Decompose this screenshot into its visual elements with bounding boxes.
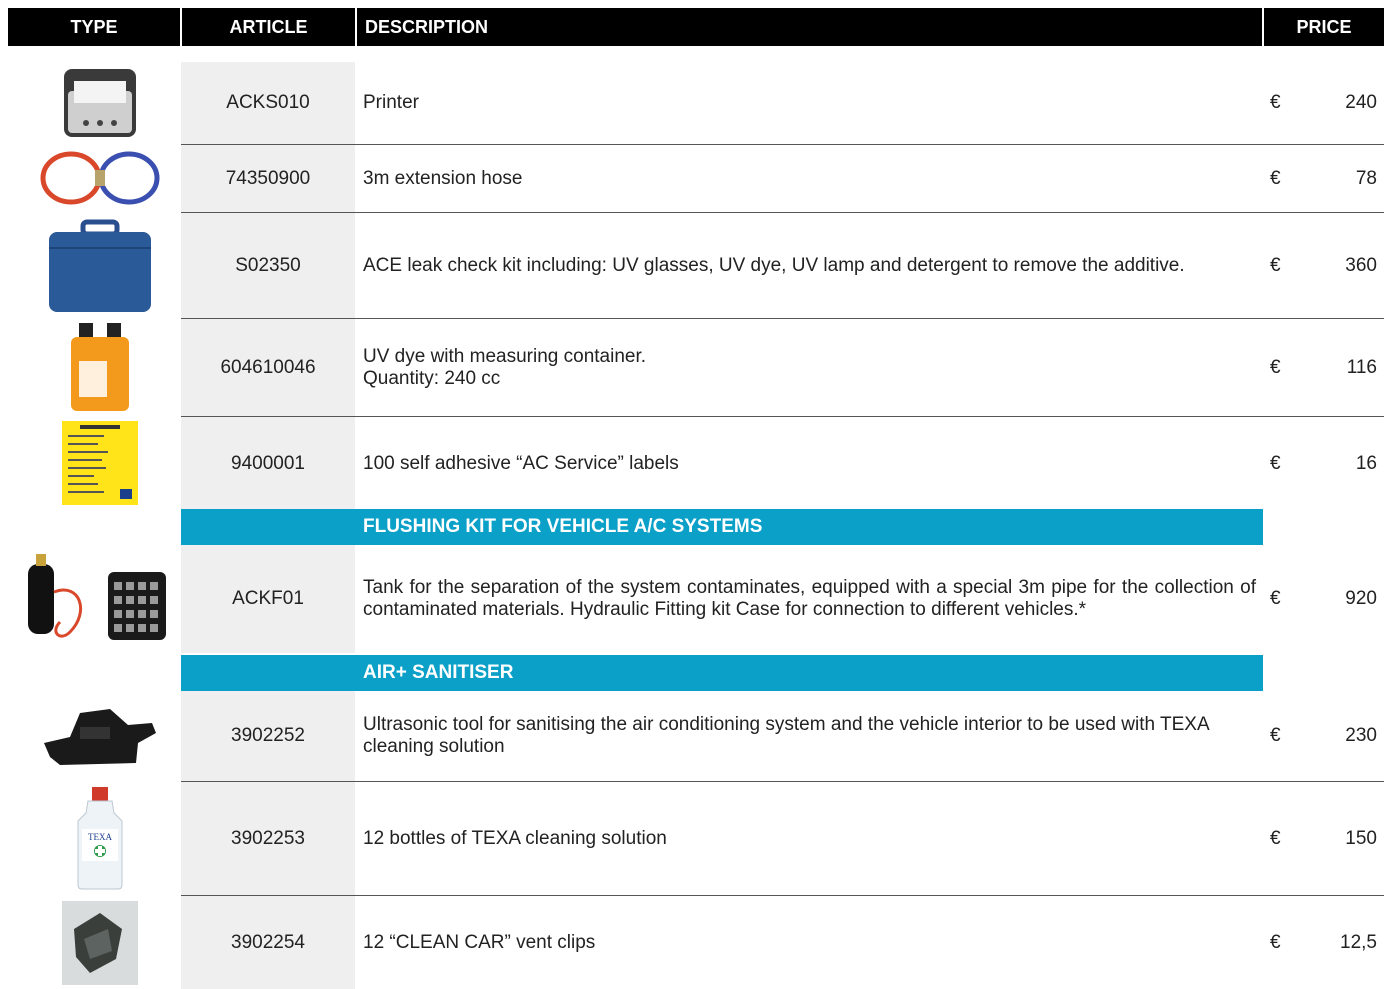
price-cell: 240 — [1345, 92, 1377, 113]
currency-symbol: € — [1270, 452, 1281, 474]
article-cell: 3902253 — [231, 827, 305, 849]
description-cell: Tank for the separation of the system co… — [363, 577, 1256, 620]
sanitiser-icon — [30, 696, 170, 780]
header-type: TYPE — [8, 8, 180, 46]
header-description: DESCRIPTION — [357, 8, 1262, 46]
price-cell: 920 — [1345, 588, 1377, 609]
label-icon — [30, 418, 170, 508]
currency-symbol: € — [1270, 167, 1281, 189]
section-header-flushing-kit: FLUSHING KIT FOR VEHICLE A/C SYSTEMS — [181, 509, 1263, 545]
description-cell: 12 bottles of TEXA cleaning solution — [363, 827, 667, 849]
price-cell: 116 — [1346, 356, 1377, 378]
article-cell: 3902254 — [231, 931, 305, 953]
header-price: PRICE — [1264, 8, 1384, 46]
price-cell: 16 — [1355, 452, 1377, 474]
flushing-kit-icon — [10, 550, 170, 650]
description-cell: ACE leak check kit including: UV glasses… — [363, 254, 1185, 276]
currency-symbol: € — [1270, 827, 1281, 849]
article-cell: 74350900 — [225, 167, 311, 189]
description-cell: 100 self adhesive “AC Service” labels — [363, 452, 679, 474]
price-cell: 230 — [1345, 725, 1377, 746]
printer-icon — [30, 64, 170, 142]
currency-symbol: € — [1270, 254, 1281, 276]
section-header-air-sanitiser: AIR+ SANITISER — [181, 655, 1263, 691]
bottle-brand-text: TEXA — [88, 832, 112, 842]
case-icon — [30, 216, 170, 316]
vent-clip-icon — [30, 898, 170, 988]
price-cell: 12,5 — [1340, 931, 1377, 953]
price-cell: 150 — [1345, 827, 1377, 849]
description-cell: UV dye with measuring container. Quantit… — [363, 345, 647, 389]
article-cell: 604610046 — [220, 356, 316, 378]
description-cell: Printer — [363, 92, 419, 113]
description-cell: 12 “CLEAN CAR” vent clips — [363, 931, 596, 953]
article-cell: 9400001 — [231, 452, 305, 474]
article-cell: 3902252 — [231, 725, 305, 746]
article-cell: S02350 — [235, 254, 301, 276]
dye-bottle-icon — [30, 320, 170, 414]
header-article: ARTICLE — [182, 8, 355, 46]
price-cell: 78 — [1355, 167, 1377, 189]
currency-symbol: € — [1270, 931, 1281, 953]
cleaning-bottle-icon: TEXA — [30, 784, 170, 892]
description-cell: 3m extension hose — [363, 167, 523, 189]
currency-symbol: € — [1270, 356, 1281, 378]
currency-symbol: € — [1270, 588, 1281, 609]
hose-icon — [30, 146, 170, 210]
article-cell: ACKF01 — [232, 588, 304, 609]
description-cell: Ultrasonic tool for sanitising the air c… — [363, 714, 1209, 757]
article-cell: ACKS010 — [226, 92, 310, 113]
currency-symbol: € — [1270, 725, 1281, 746]
currency-symbol: € — [1270, 92, 1281, 113]
price-cell: 360 — [1345, 254, 1377, 276]
